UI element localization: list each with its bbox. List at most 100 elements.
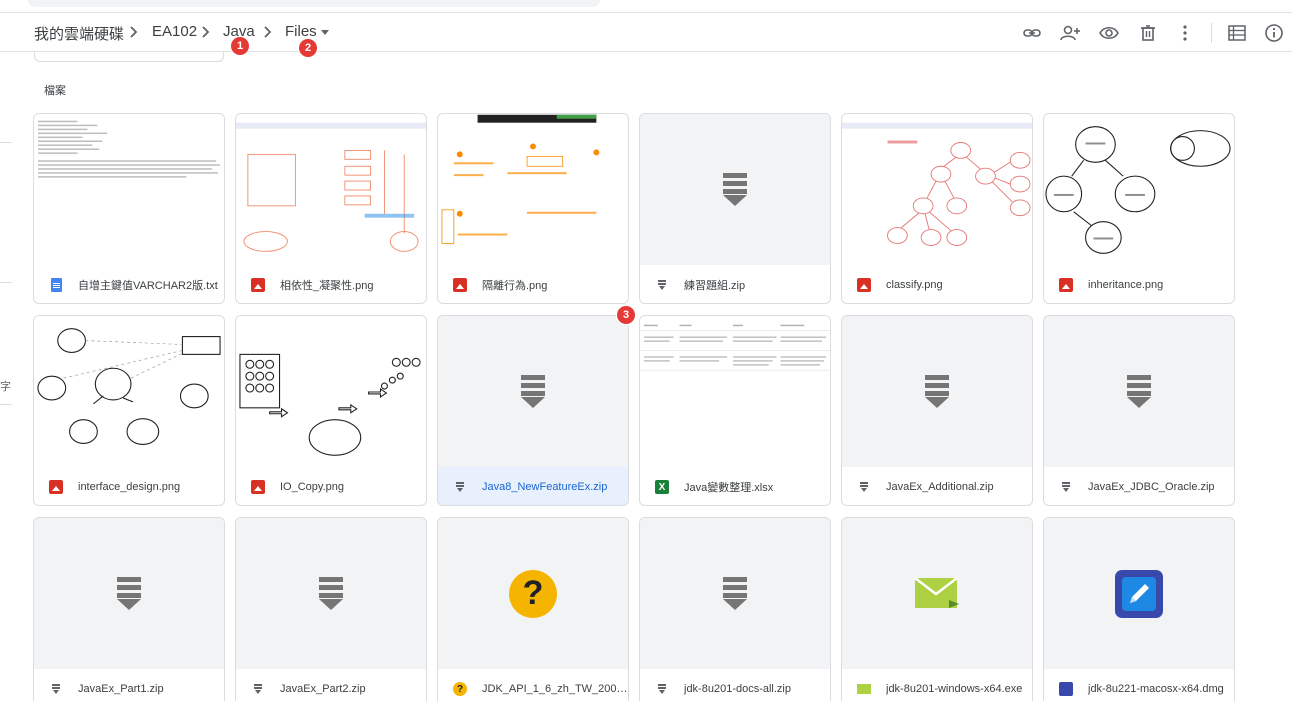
zip-file-icon xyxy=(48,681,64,697)
eye-icon[interactable] xyxy=(1097,21,1121,45)
file-name: Java變數整理.xlsx xyxy=(684,482,774,494)
file-name: JavaEx_Part2.zip xyxy=(280,683,366,695)
file-card[interactable]: 相依性_凝聚性.png xyxy=(235,113,427,304)
zip-file-icon xyxy=(452,479,468,495)
image-file-icon xyxy=(250,479,266,495)
drive-page: 字 我的雲端硬碟 EA102 Java Files 1 2 3 檔案 自增主鍵值… xyxy=(0,0,1292,701)
file-card[interactable]: inheritance.png xyxy=(1043,113,1235,304)
image-file-icon xyxy=(856,277,872,293)
zip-file-icon xyxy=(250,681,266,697)
file-card[interactable]: JavaEx_Part1.zip xyxy=(33,517,225,701)
file-footer: Java8_NewFeatureEx.zip xyxy=(438,467,628,505)
file-card[interactable]: jdk-8u201-windows-x64.exe xyxy=(841,517,1033,701)
file-thumbnail: ? xyxy=(438,518,628,669)
file-card[interactable]: JavaEx_Additional.zip xyxy=(841,315,1033,506)
file-footer: interface_design.png xyxy=(34,467,224,505)
add-person-icon[interactable] xyxy=(1058,21,1082,45)
file-name: interface_design.png xyxy=(78,481,181,493)
zip-archive-icon xyxy=(723,576,747,611)
file-name: jdk-8u221-macosx-x64.dmg xyxy=(1088,683,1224,695)
sidebar-divider xyxy=(0,142,12,143)
file-thumbnail xyxy=(236,316,426,467)
image-file-icon xyxy=(1058,277,1074,293)
file-footer: inheritance.png xyxy=(1044,265,1234,303)
file-footer: 相依性_凝聚性.png xyxy=(236,265,426,303)
doc-file-icon xyxy=(48,277,64,293)
spreadsheet-file-icon: X xyxy=(654,479,670,495)
annotation-badge-3: 3 xyxy=(617,306,635,324)
file-thumbnail xyxy=(236,518,426,669)
file-card[interactable]: JavaEx_Part2.zip xyxy=(235,517,427,701)
breadcrumb-files[interactable]: Files xyxy=(285,23,317,40)
more-vert-icon[interactable] xyxy=(1173,21,1197,45)
zip-archive-icon xyxy=(117,576,141,611)
zip-file-icon xyxy=(1058,479,1074,495)
file-thumbnail xyxy=(34,316,224,467)
file-footer: JavaEx_Part2.zip xyxy=(236,669,426,701)
link-icon[interactable] xyxy=(1020,21,1044,45)
chevron-right-icon xyxy=(264,26,272,38)
file-name: 隔離行為.png xyxy=(482,280,548,292)
file-thumbnail xyxy=(34,518,224,669)
caret-down-icon[interactable] xyxy=(321,30,329,35)
info-icon[interactable] xyxy=(1262,21,1286,45)
annotation-badge-1: 1 xyxy=(231,37,249,55)
file-thumbnail xyxy=(640,114,830,265)
chevron-right-icon xyxy=(130,26,138,38)
file-footer: IO_Copy.png xyxy=(236,467,426,505)
file-footer: JavaEx_Part1.zip xyxy=(34,669,224,701)
folder-card-remnant[interactable] xyxy=(34,52,224,62)
file-name: classify.png xyxy=(886,279,943,291)
file-card-selected[interactable]: Java8_NewFeatureEx.zip xyxy=(437,315,629,506)
file-footer: classify.png xyxy=(842,265,1032,303)
file-card[interactable]: classify.png xyxy=(841,113,1033,304)
disk-image-icon xyxy=(1115,569,1163,618)
file-card[interactable]: ? ? JDK_API_1_6_zh_TW_2008... xyxy=(437,517,629,701)
file-thumbnail xyxy=(842,114,1032,265)
file-card[interactable]: 練習題組.zip xyxy=(639,113,831,304)
file-name: JDK_API_1_6_zh_TW_2008... xyxy=(482,683,628,695)
file-card[interactable]: X Java變數整理.xlsx xyxy=(639,315,831,506)
zip-file-icon xyxy=(654,681,670,697)
file-thumbnail xyxy=(842,316,1032,467)
search-bar[interactable] xyxy=(28,0,600,7)
file-thumbnail xyxy=(438,316,628,467)
file-card[interactable]: jdk-8u221-macosx-x64.dmg xyxy=(1043,517,1235,701)
file-card[interactable]: IO_Copy.png xyxy=(235,315,427,506)
file-thumbnail xyxy=(1044,316,1234,467)
zip-archive-icon xyxy=(319,576,343,611)
file-card[interactable]: 自增主鍵值VARCHAR2版.txt xyxy=(33,113,225,304)
list-view-icon[interactable] xyxy=(1225,21,1249,45)
zip-file-icon xyxy=(856,479,872,495)
dmg-file-icon xyxy=(1058,681,1074,697)
file-name: inheritance.png xyxy=(1088,279,1164,291)
sidebar-label-fragment[interactable]: 字 xyxy=(0,378,11,394)
sidebar-divider xyxy=(0,404,12,405)
file-footer: JavaEx_JDBC_Oracle.zip xyxy=(1044,467,1234,505)
file-name: IO_Copy.png xyxy=(280,481,345,493)
file-footer: 自增主鍵值VARCHAR2版.txt xyxy=(34,265,224,303)
file-name: Java8_NewFeatureEx.zip xyxy=(482,481,608,493)
file-footer: jdk-8u221-macosx-x64.dmg xyxy=(1044,669,1234,701)
file-card[interactable]: jdk-8u201-docs-all.zip xyxy=(639,517,831,701)
exe-file-icon xyxy=(856,681,872,697)
file-footer: X Java變數整理.xlsx xyxy=(640,467,830,505)
file-footer: jdk-8u201-windows-x64.exe xyxy=(842,669,1032,701)
breadcrumb-root[interactable]: 我的雲端硬碟 xyxy=(34,23,124,44)
trash-icon[interactable] xyxy=(1136,21,1160,45)
file-name: 相依性_凝聚性.png xyxy=(280,280,374,292)
file-name: 自增主鍵值VARCHAR2版.txt xyxy=(78,280,218,292)
breadcrumb-ea102[interactable]: EA102 xyxy=(152,23,197,40)
file-card[interactable]: JavaEx_JDBC_Oracle.zip xyxy=(1043,315,1235,506)
toolbar-divider xyxy=(1211,23,1212,43)
file-name: JavaEx_Additional.zip xyxy=(886,481,994,493)
header-bar: 我的雲端硬碟 EA102 Java Files xyxy=(0,12,1292,52)
file-card[interactable]: 隔離行為.png xyxy=(437,113,629,304)
file-thumbnail xyxy=(640,316,830,467)
file-thumbnail xyxy=(438,114,628,265)
file-thumbnail xyxy=(842,518,1032,669)
chevron-right-icon xyxy=(202,26,210,38)
image-file-icon xyxy=(452,277,468,293)
image-file-icon xyxy=(250,277,266,293)
file-card[interactable]: interface_design.png xyxy=(33,315,225,506)
